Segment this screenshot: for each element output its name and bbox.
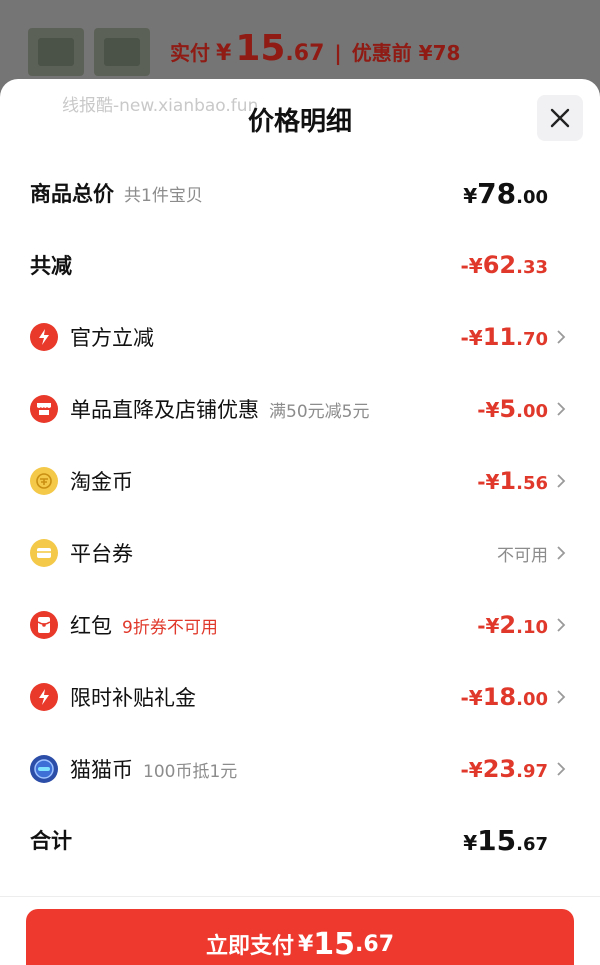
close-icon	[550, 108, 570, 128]
amount-int: 1	[499, 467, 517, 495]
row-total: 合计 ¥15.67	[0, 812, 600, 868]
chevron-right-icon[interactable]	[554, 544, 568, 562]
row-label: 商品总价	[30, 182, 114, 206]
row-note: 满50元减5元	[269, 401, 370, 422]
row-red-envelope[interactable]: 红包 9折券不可用 -¥ 2.10	[0, 597, 600, 653]
row-amount: -¥ 11.70	[460, 323, 548, 351]
amount-currency: ¥	[463, 830, 478, 855]
pay-now-button[interactable]: 立即支付 ¥ 15 .67	[26, 909, 574, 965]
row-amount: ¥15.67	[463, 824, 548, 857]
row-label: 平台券	[70, 542, 133, 566]
row-total-discount: 共减 -¥ 62.33	[0, 237, 600, 293]
row-goods-total: 商品总价 共1件宝贝 ¥78.00	[0, 165, 600, 221]
price-detail-sheet: 线报酷-new.xianbao.fun 价格明细 商品总价 共1件宝贝 ¥78.…	[0, 79, 600, 965]
lightning-icon	[30, 323, 58, 351]
chevron-right-icon[interactable]	[554, 688, 568, 706]
paid-label: 实付	[170, 41, 210, 65]
amount-dec: .97	[516, 761, 548, 782]
cat-coin-icon	[30, 755, 58, 783]
amount-int: 2	[499, 611, 517, 639]
row-label: 官方立减	[70, 326, 154, 350]
amount-currency: -¥	[477, 614, 500, 638]
chevron-right-icon[interactable]	[554, 328, 568, 346]
chevron-right-icon[interactable]	[554, 400, 568, 418]
product-thumbnail	[94, 28, 150, 76]
row-note: 共1件宝贝	[124, 185, 203, 206]
row-label: 单品直降及店铺优惠	[70, 398, 259, 422]
amount-dec: .00	[516, 186, 548, 208]
amount-currency: ¥	[463, 183, 478, 208]
row-amount: -¥ 18.00	[460, 683, 548, 711]
row-amount: ¥78.00	[463, 177, 548, 210]
row-label: 共减	[30, 254, 72, 278]
row-limited-subsidy[interactable]: 限时补贴礼金 -¥ 18.00	[0, 669, 600, 725]
row-platform-coupon[interactable]: 平台券 不可用	[0, 525, 600, 581]
amount-dec: .10	[516, 617, 548, 638]
product-thumbnail	[28, 28, 84, 76]
amount-int: 5	[499, 395, 517, 423]
paid-amount-dec: .67	[285, 41, 325, 66]
pay-button-int: 15	[313, 926, 356, 962]
amount-dec: .70	[516, 329, 548, 350]
amount-int: 18	[482, 683, 517, 711]
row-note: 100币抵1元	[143, 761, 238, 782]
paid-currency: ¥	[216, 41, 232, 66]
row-note: 9折券不可用	[122, 617, 218, 638]
amount-dec: .00	[516, 689, 548, 710]
row-label: 猫猫币	[70, 758, 133, 782]
chevron-right-icon[interactable]	[554, 472, 568, 490]
pay-button-currency: ¥	[297, 931, 314, 957]
row-label: 合计	[30, 829, 72, 853]
footer-divider	[0, 896, 600, 897]
background-price-summary: 实付 ¥ 15 .67 | 优惠前 ¥78	[170, 28, 460, 69]
amount-currency: -¥	[477, 470, 500, 494]
before-discount-price: 优惠前 ¥78	[351, 41, 461, 65]
amount-currency: -¥	[460, 254, 483, 278]
amount-currency: -¥	[460, 326, 483, 350]
amount-dec: .00	[516, 401, 548, 422]
row-amount: -¥ 5.00	[477, 395, 548, 423]
row-amount: -¥ 1.56	[477, 467, 548, 495]
row-label: 限时补贴礼金	[70, 686, 196, 710]
row-amount: -¥ 23.97	[460, 755, 548, 783]
sheet-title: 价格明细	[247, 107, 352, 137]
row-official-discount[interactable]: 官方立减 -¥ 11.70	[0, 309, 600, 365]
gold-coin-icon	[30, 467, 58, 495]
amount-int: 23	[482, 755, 517, 783]
store-icon	[30, 395, 58, 423]
row-store-discount[interactable]: 单品直降及店铺优惠 满50元减5元 -¥ 5.00	[0, 381, 600, 437]
amount-currency: -¥	[460, 758, 483, 782]
close-button[interactable]	[537, 95, 583, 141]
row-amount: -¥ 62.33	[460, 251, 548, 279]
row-taojinbi[interactable]: 淘金币 -¥ 1.56	[0, 453, 600, 509]
row-maomaobi[interactable]: 猫猫币 100币抵1元 -¥ 23.97	[0, 741, 600, 797]
amount-int: 78	[477, 176, 517, 210]
chevron-right-icon[interactable]	[554, 616, 568, 634]
chevron-right-icon[interactable]	[554, 760, 568, 778]
amount-dec: .56	[516, 473, 548, 494]
pay-button-label: 立即支付	[205, 934, 294, 959]
amount-int: 15	[477, 823, 517, 857]
amount-currency: -¥	[477, 398, 500, 422]
row-value-text: 不可用	[497, 545, 548, 566]
amount-int: 11	[482, 323, 517, 351]
amount-int: 62	[482, 251, 517, 279]
pay-button-dec: .67	[355, 931, 395, 957]
row-amount: -¥ 2.10	[477, 611, 548, 639]
paid-amount-int: 15	[235, 28, 286, 69]
row-label: 淘金币	[70, 470, 133, 494]
coupon-icon	[30, 539, 58, 567]
amount-currency: -¥	[460, 686, 483, 710]
lightning-icon	[30, 683, 58, 711]
amount-dec: .33	[516, 257, 548, 278]
red-envelope-icon	[30, 611, 58, 639]
price-separator: |	[334, 41, 342, 65]
amount-dec: .67	[516, 833, 548, 855]
row-label: 红包	[70, 614, 112, 638]
